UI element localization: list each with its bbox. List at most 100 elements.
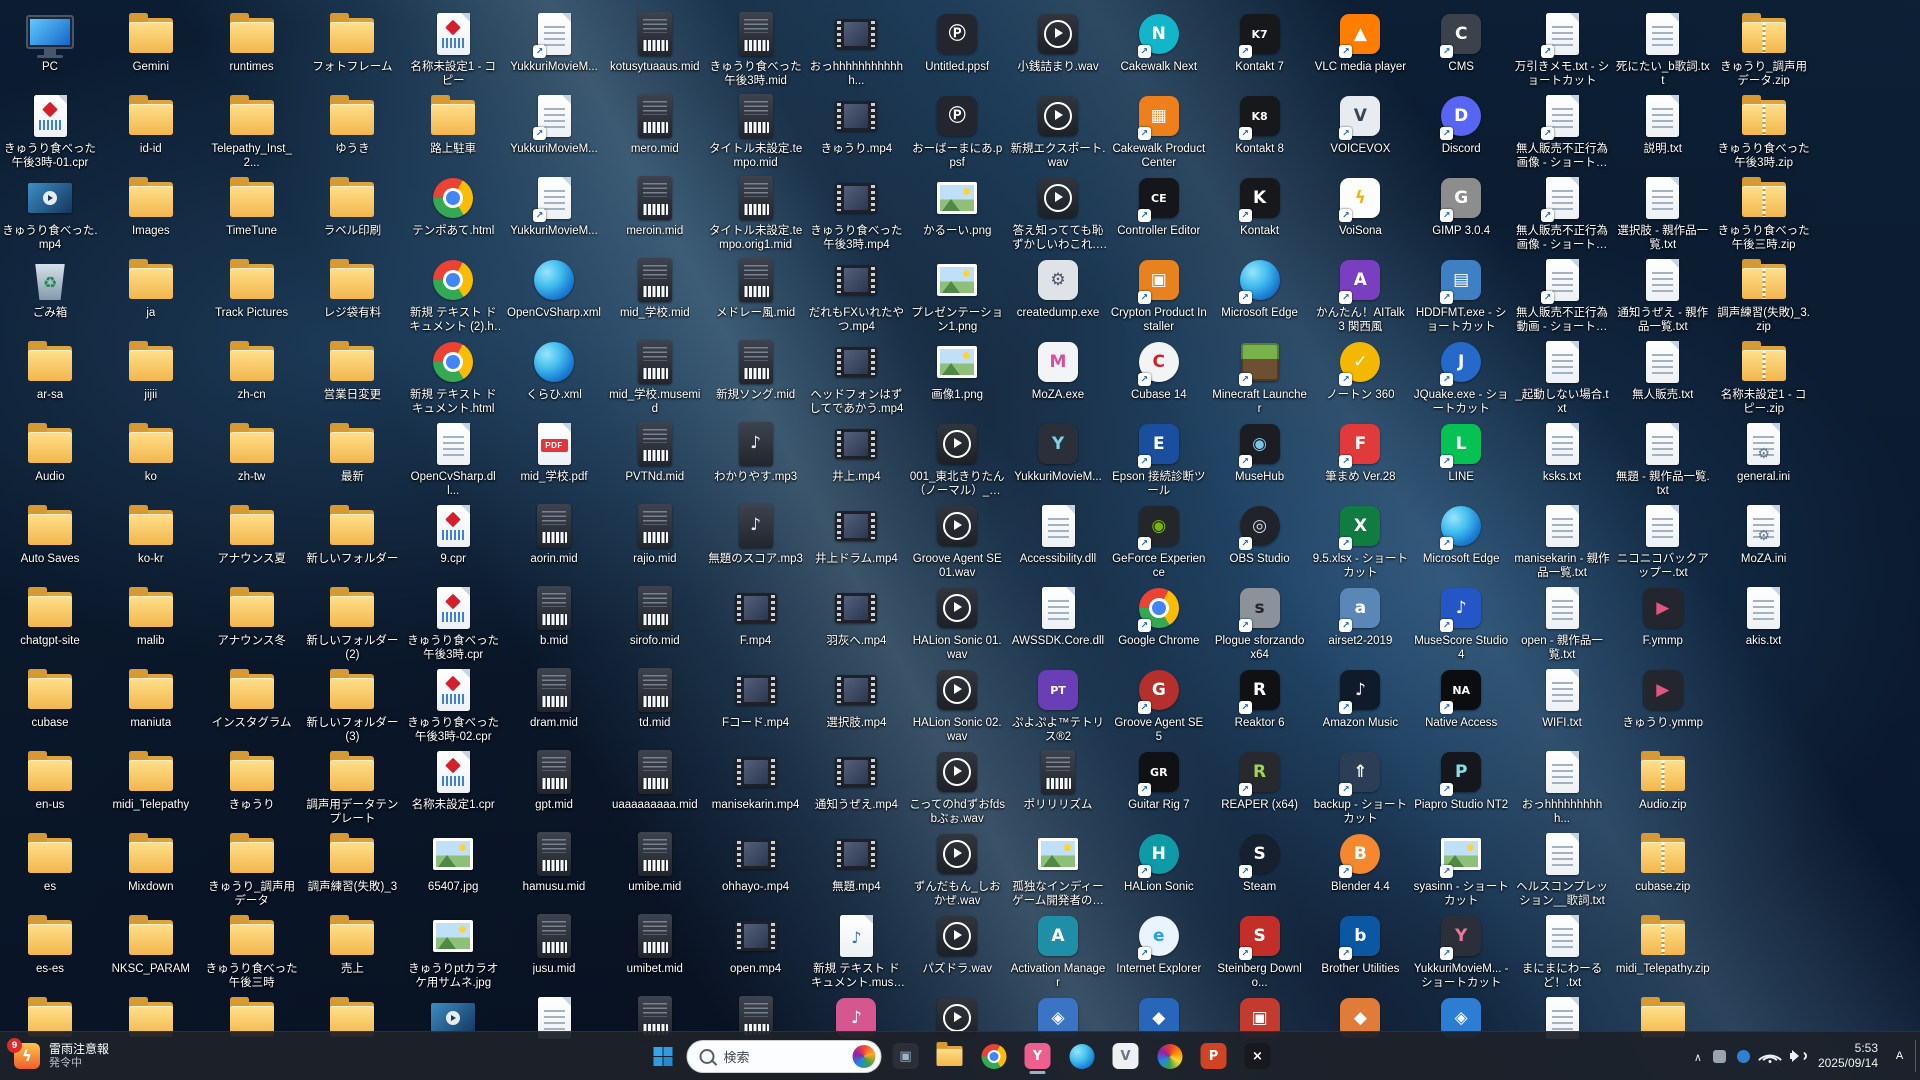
- desktop-icon[interactable]: アナウンス夏: [203, 502, 301, 566]
- desktop-icon[interactable]: akis.txt: [1715, 584, 1813, 648]
- desktop-icon[interactable]: Accessibility.dll: [1009, 502, 1107, 566]
- desktop-icon[interactable]: ⚙general.ini: [1715, 420, 1813, 484]
- desktop-icon[interactable]: S↗Steinberg Downlo...: [1211, 912, 1309, 990]
- desktop-icon[interactable]: N↗Cakewalk Next: [1110, 10, 1208, 74]
- desktop-icon[interactable]: ♻ごみ箱: [1, 256, 99, 320]
- desktop-icon[interactable]: ♪無題のスコア.mp3: [707, 502, 805, 566]
- desktop-icon[interactable]: ko: [102, 420, 200, 484]
- wifi-icon[interactable]: [1761, 1049, 1779, 1063]
- desktop-icon[interactable]: 名称未設定1.cpr: [404, 748, 502, 812]
- desktop-icon[interactable]: ヘルスコンプレッション__歌詞.txt: [1513, 830, 1611, 908]
- desktop-icon[interactable]: P↗Piapro Studio NT2: [1412, 748, 1510, 812]
- volume-icon[interactable]: [1790, 1049, 1807, 1063]
- desktop-icon[interactable]: H↗HALion Sonic: [1110, 830, 1208, 894]
- desktop-icon[interactable]: アナウンス冬: [203, 584, 301, 648]
- desktop-icon[interactable]: きゅうり_調声用データ.zip: [1715, 10, 1813, 88]
- desktop-icon[interactable]: おっhhhhhhhhhhhh...: [807, 10, 905, 88]
- desktop-icon[interactable]: NA↗Native Access: [1412, 666, 1510, 730]
- desktop-icon[interactable]: 羽灰へ.mp4: [807, 584, 905, 648]
- desktop-icon[interactable]: dram.mid: [505, 666, 603, 730]
- desktop-icon[interactable]: E↗Epson 接続診断ツール: [1110, 420, 1208, 498]
- desktop-icon[interactable]: en-us: [1, 748, 99, 812]
- desktop-icon[interactable]: まにまにわーるど！.txt: [1513, 912, 1611, 990]
- desktop-icon[interactable]: きゅうり.mp4: [807, 92, 905, 156]
- desktop-icon[interactable]: タイトル未設定.tempo.mid: [707, 92, 805, 170]
- taskbar-app-powerpoint[interactable]: P: [1194, 1036, 1234, 1076]
- desktop-icon[interactable]: K8↗Kontakt 8: [1211, 92, 1309, 156]
- desktop-icon[interactable]: ▶F.ymmp: [1614, 584, 1712, 648]
- desktop-icon[interactable]: midi_Telepathy.zip: [1614, 912, 1712, 976]
- desktop-icon[interactable]: 売上: [303, 912, 401, 976]
- desktop-icon[interactable]: TimeTune: [203, 174, 301, 238]
- desktop-icon[interactable]: id-id: [102, 92, 200, 156]
- desktop-icon[interactable]: 新しいフォルダー: [303, 502, 401, 566]
- desktop-icon[interactable]: ✓↗ノートン 360: [1311, 338, 1409, 402]
- desktop-icon[interactable]: ♪↗MuseScore Studio 4: [1412, 584, 1510, 662]
- desktop-icon[interactable]: s↗Plogue sforzando x64: [1211, 584, 1309, 662]
- desktop-icon[interactable]: フォトフレーム: [303, 10, 401, 74]
- desktop-icon[interactable]: runtimes: [203, 10, 301, 74]
- desktop-icon[interactable]: midi_Telepathy: [102, 748, 200, 812]
- desktop-icon[interactable]: 新規 テキスト ドキュメント.html: [404, 338, 502, 416]
- desktop-icon[interactable]: 死にたい_b歌詞.txt: [1614, 10, 1712, 88]
- desktop-icon[interactable]: 無題 - 親作品一覧.txt: [1614, 420, 1712, 498]
- desktop-icon[interactable]: きゅうり食べった午後3時.cpr: [404, 584, 502, 662]
- desktop-icon[interactable]: V↗VOICEVOX: [1311, 92, 1409, 156]
- desktop-icon[interactable]: rajio.mid: [606, 502, 704, 566]
- desktop-icon[interactable]: 無人販売.txt: [1614, 338, 1712, 402]
- desktop-icon[interactable]: かるーい.png: [908, 174, 1006, 238]
- desktop-icon[interactable]: MMoZA.exe: [1009, 338, 1107, 402]
- desktop-icon[interactable]: 小銭詰まり.wav: [1009, 10, 1107, 74]
- desktop-icon[interactable]: cubase: [1, 666, 99, 730]
- desktop-icon[interactable]: mid_学校.mid: [606, 256, 704, 320]
- desktop-icon[interactable]: ksks.txt: [1513, 420, 1611, 484]
- desktop-icon[interactable]: zh-cn: [203, 338, 301, 402]
- desktop-icon[interactable]: malib: [102, 584, 200, 648]
- desktop-icon[interactable]: 路上駐車: [404, 92, 502, 156]
- desktop-icon[interactable]: R↗Reaktor 6: [1211, 666, 1309, 730]
- desktop-icon[interactable]: ↗syasinn - ショートカット: [1412, 830, 1510, 908]
- desktop-icon[interactable]: D↗Discord: [1412, 92, 1510, 156]
- desktop-icon[interactable]: Telepathy_Inst_2...: [203, 92, 301, 170]
- desktop-icon[interactable]: だれもFXいれたやつ.mp4: [807, 256, 905, 334]
- desktop-icon[interactable]: kotusytuaaus.mid: [606, 10, 704, 74]
- desktop-icon[interactable]: 選択肢.mp4: [807, 666, 905, 730]
- desktop-icon[interactable]: 説明.txt: [1614, 92, 1712, 156]
- desktop-icon[interactable]: ▣↗Crypton Product Installer: [1110, 256, 1208, 334]
- desktop-icon[interactable]: AActivation Manager: [1009, 912, 1107, 990]
- desktop-icon[interactable]: B↗Blender 4.4: [1311, 830, 1409, 894]
- desktop-icon[interactable]: ↗無人販売不正行為 画像 - ショートカッ...: [1513, 92, 1611, 170]
- desktop-icon[interactable]: C↗Cubase 14: [1110, 338, 1208, 402]
- desktop-icon[interactable]: 新規ソング.mid: [707, 338, 805, 402]
- ime-indicator[interactable]: A: [1889, 1046, 1910, 1067]
- desktop-icon[interactable]: ↗無人販売不正行為 動画 - ショートカット: [1513, 256, 1611, 334]
- desktop-icon[interactable]: テンポあて.html: [404, 174, 502, 238]
- desktop-icon[interactable]: Auto Saves: [1, 502, 99, 566]
- tray-overflow-chevron[interactable]: ∧: [1694, 1051, 1702, 1064]
- desktop-icon[interactable]: F.mp4: [707, 584, 805, 648]
- desktop-icon[interactable]: ラベル印刷: [303, 174, 401, 238]
- desktop-icon[interactable]: cubase.zip: [1614, 830, 1712, 894]
- desktop-icon[interactable]: HALion Sonic 01.wav: [908, 584, 1006, 662]
- desktop-icon[interactable]: 通知うぜえ.mp4: [807, 748, 905, 812]
- desktop-icon[interactable]: sirofo.mid: [606, 584, 704, 648]
- desktop-icon[interactable]: open - 親作品一覧.txt: [1513, 584, 1611, 662]
- desktop-icon[interactable]: くらひ.xml: [505, 338, 603, 402]
- desktop-icon[interactable]: Audio: [1, 420, 99, 484]
- desktop-icon[interactable]: ↗無人販売不正行為 画像 - ショートカット: [1513, 174, 1611, 252]
- desktop-icon[interactable]: jijii: [102, 338, 200, 402]
- desktop-icon[interactable]: b↗Brother Utilities: [1311, 912, 1409, 976]
- desktop-icon[interactable]: jusu.mid: [505, 912, 603, 976]
- desktop-icon[interactable]: _起動しない場合.txt: [1513, 338, 1611, 416]
- desktop-icon[interactable]: G↗GIMP 3.0.4: [1412, 174, 1510, 238]
- taskbar-app-file-explorer[interactable]: [930, 1036, 970, 1076]
- desktop-icon[interactable]: C↗CMS: [1412, 10, 1510, 74]
- desktop-icon[interactable]: 営業日変更: [303, 338, 401, 402]
- desktop-icon[interactable]: 無題.mp4: [807, 830, 905, 894]
- desktop-icon[interactable]: F↗筆まめ Ver.28: [1311, 420, 1409, 484]
- desktop-icon[interactable]: ko-kr: [102, 502, 200, 566]
- desktop-icon[interactable]: ↗万引きメモ.txt - ショートカット: [1513, 10, 1611, 88]
- desktop-icon[interactable]: きゅうりptカラオケ用サムネ.jpg: [404, 912, 502, 990]
- desktop-icon[interactable]: es: [1, 830, 99, 894]
- desktop-icon[interactable]: 新しいフォルダー (2): [303, 584, 401, 662]
